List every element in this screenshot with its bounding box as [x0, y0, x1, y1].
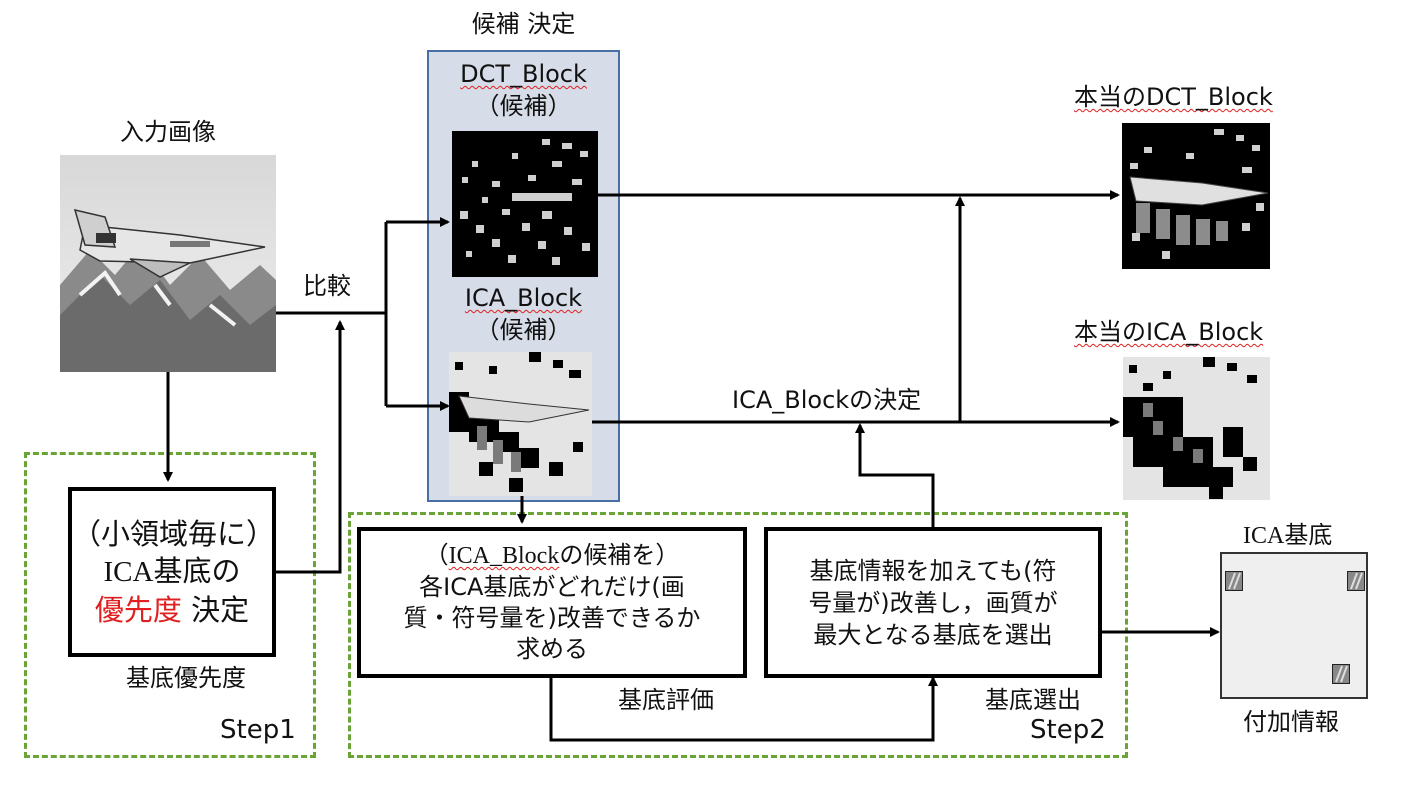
- arrow-priority-to-compare: [276, 320, 345, 574]
- eval-caption: 基底評価: [618, 686, 714, 714]
- ica-candidate-sub: （候補）: [475, 316, 572, 344]
- select-box: 基底情報を加えても(符 号量が)改善し，画質が 最大となる基底を選出: [764, 527, 1102, 678]
- basis-tile-icon: [1347, 571, 1365, 591]
- eval-line3: 質・符号量を)改善できるか: [403, 604, 701, 632]
- candidate-header: 候補 決定: [471, 10, 576, 38]
- basis-tile-icon: [1332, 664, 1350, 684]
- true-dct-label: 本当のDCT_Block: [1074, 83, 1273, 111]
- side-info-label: 付加情報: [1243, 708, 1339, 736]
- true-dct-image: [1122, 123, 1270, 269]
- ica-candidate-image: [449, 352, 592, 496]
- select-line3: 最大となる基底を選出: [813, 620, 1053, 649]
- true-dct-label-text: 本当のDCT_Block: [1074, 83, 1273, 111]
- eval-line1-term: ICA_Block: [448, 543, 560, 569]
- eval-box: （ICA_Blockの候補を） 各ICA基底がどれだけ(画 質・符号量を)改善で…: [357, 527, 747, 678]
- ica-basis-panel: [1220, 552, 1368, 699]
- eval-line1-close: の候補を）: [559, 541, 680, 569]
- diagram-canvas: （小領域毎に） ICA基底の 優先度 決定 （ICA_Blockの候補を） 各I…: [0, 0, 1417, 797]
- arrow-select-to-decision: [855, 423, 935, 528]
- step2-label: Step2: [1030, 715, 1106, 745]
- select-caption: 基底選出: [985, 686, 1081, 714]
- ica-candidate-title-text: ICA_Block: [464, 284, 583, 312]
- compare-label: 比較: [303, 272, 351, 300]
- priority-box: （小領域毎に） ICA基底の 優先度 決定: [68, 487, 276, 657]
- eval-line1-open: （: [424, 541, 449, 569]
- eval-line4: 求める: [515, 635, 588, 663]
- priority-line2: ICA基底の: [103, 556, 241, 588]
- dct-candidate-sub: （候補）: [475, 92, 572, 120]
- eval-line2: 各ICA基底がどれだけ(画: [419, 573, 685, 601]
- dct-candidate-title-text: DCT_Block: [460, 60, 587, 88]
- arrow-eval-to-select: [549, 676, 938, 742]
- eval-line1: （ICA_Blockの候補を）: [404, 540, 701, 572]
- dct-candidate-title: DCT_Block: [427, 60, 620, 88]
- ica-basis-title: ICA基底: [1243, 523, 1333, 549]
- priority-caption: 基底優先度: [126, 664, 246, 692]
- step1-label: Step1: [220, 715, 296, 745]
- dct-candidate-image: [452, 131, 598, 277]
- priority-line3: 優先度 決定: [72, 591, 272, 629]
- ica-candidate-title: ICA_Block: [427, 284, 620, 312]
- select-line2: 号量が)改善し，画質が: [808, 588, 1058, 617]
- select-line1: 基底情報を加えても(符: [809, 556, 1057, 585]
- ica-decision-label: ICA_Blockの決定: [732, 386, 922, 414]
- basis-tile-icon: [1225, 571, 1243, 591]
- true-ica-image: [1123, 357, 1270, 500]
- true-ica-label-text: 本当のICA_Block: [1074, 318, 1264, 346]
- priority-emphasis: 優先度: [94, 593, 182, 627]
- input-image-label: 入力画像: [120, 118, 216, 146]
- input-image: [60, 155, 276, 372]
- priority-line3-rest: 決定: [181, 593, 250, 627]
- priority-line1: （小領域毎に）: [72, 517, 276, 551]
- true-ica-label: 本当のICA_Block: [1074, 318, 1263, 346]
